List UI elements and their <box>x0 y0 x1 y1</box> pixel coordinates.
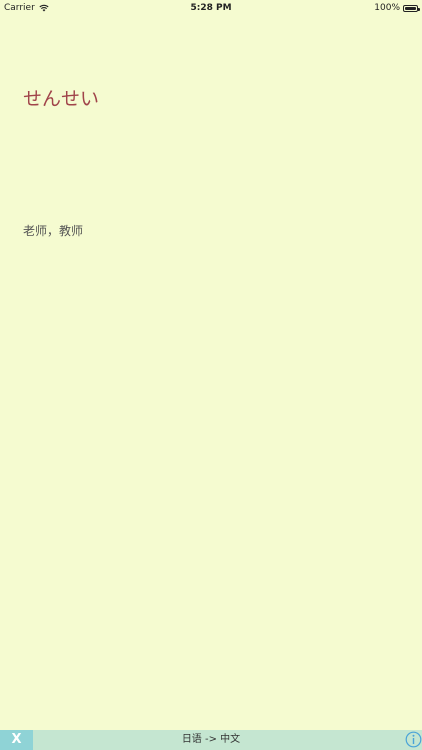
info-icon[interactable] <box>405 731 422 748</box>
flashcard-meaning: 老师，教师 <box>23 224 84 238</box>
status-bar: Carrier 5:28 PM 100% <box>0 0 422 16</box>
status-right: 100% <box>374 0 420 16</box>
flashcard-word: せんせい <box>23 88 100 110</box>
bottom-toolbar: X 日语 -> 中文 <box>0 730 422 750</box>
status-time: 5:28 PM <box>190 3 232 13</box>
language-mode-label[interactable]: 日语 -> 中文 <box>0 730 422 750</box>
battery-icon <box>403 4 420 12</box>
battery-percent: 100% <box>374 3 400 13</box>
